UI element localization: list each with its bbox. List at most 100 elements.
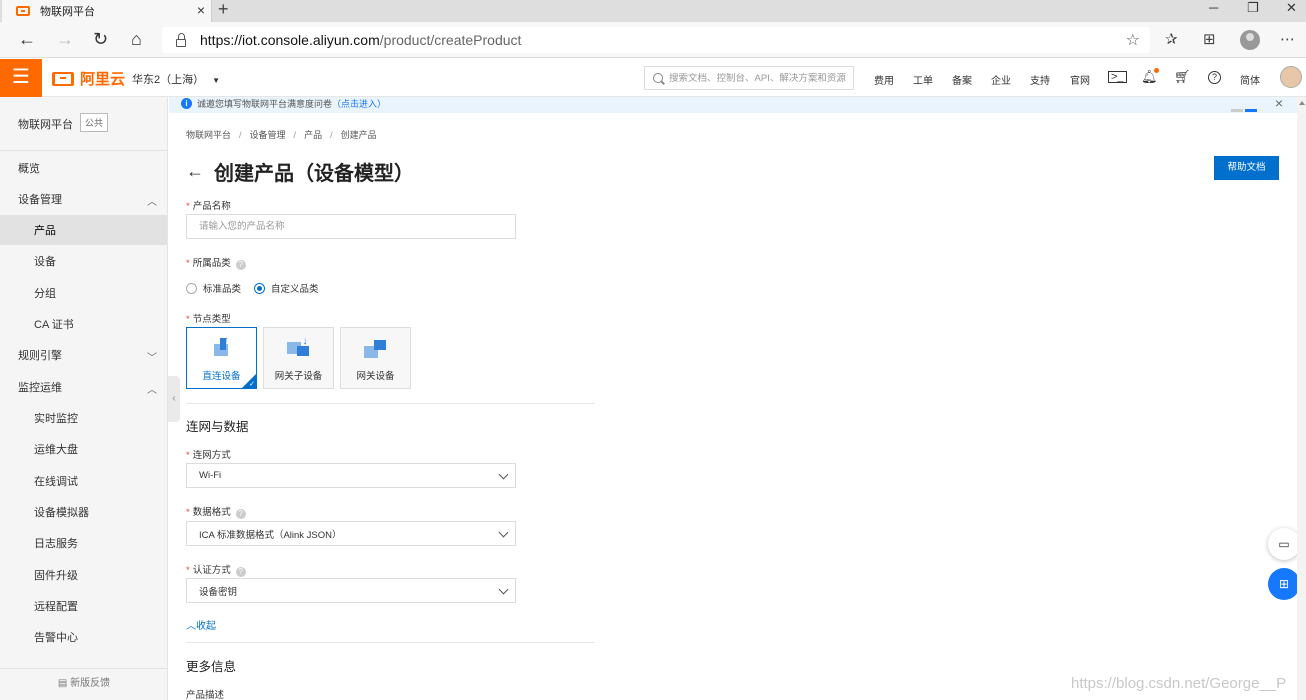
sidebar-item-log-service[interactable]: 日志服务 [0,528,167,558]
banner-text: 诚邀您填写物联网平台满意度问卷（点击进入） [197,97,386,110]
sidebar-item-devices[interactable]: 设备 [0,246,167,276]
sidebar-item-monitoring-ops[interactable]: 监控运维 ︿ [0,372,167,402]
search-icon [653,73,663,83]
sidebar-item-remote-config[interactable]: 远程配置 [0,591,167,621]
star-icon[interactable]: ☆ [1126,30,1140,50]
sidebar-item-realtime-monitoring[interactable]: 实时监控 [0,403,167,433]
home-icon[interactable]: ⌂ [131,29,142,50]
selected-value: ICA 标准数据格式（Alink JSON） [199,529,342,541]
breadcrumb-item[interactable]: 产品 [304,130,322,140]
sidebar-item-device-management[interactable]: 设备管理 ︿ [0,184,167,214]
browser-toolbar: ← → ↻ ⌂ https://iot.console.aliyun.com/p… [0,22,1306,58]
sidebar-item-ops-dashboard[interactable]: 运维大盘 [0,434,167,464]
required-asterisk: * [186,201,190,212]
menu-icon[interactable]: ☰ [0,59,42,97]
chevron-up-icon: ︿ [186,621,196,632]
node-type-direct-device[interactable]: ↑ 直连设备 ✓ [186,327,257,389]
nav-fees[interactable]: 费用 [874,72,894,87]
help-icon[interactable]: ? [1208,71,1221,84]
product-name-input[interactable] [186,214,516,239]
collections-icon[interactable]: ⊞ [1203,30,1216,48]
nav-support[interactable]: 支持 [1030,72,1050,87]
sidebar-item-ca-certificates[interactable]: CA 证书 [0,309,167,339]
banner-close-icon[interactable]: × [1275,95,1283,111]
nav-enterprise[interactable]: 企业 [991,72,1011,87]
label-text: 连网方式 [192,450,231,461]
product-description-label: 产品描述 [186,690,225,700]
breadcrumb-separator: / [330,130,333,140]
nav-filing[interactable]: 备案 [952,72,972,87]
node-type-gateway-device[interactable]: 网关设备 [340,327,411,389]
restore-button[interactable]: ❐ [1247,0,1259,16]
sidebar-item-device-simulator[interactable]: 设备模拟器 [0,497,167,527]
window-close-button[interactable]: ✕ [1286,0,1297,16]
node-type-gateway-subdevice[interactable]: ↓ 网关子设备 [263,327,334,389]
instance-badge: 公共 [80,113,109,132]
feedback-link[interactable]: ▤ 新版反馈 [0,668,168,700]
breadcrumb-separator: / [293,130,297,140]
aliyun-logo[interactable]: 阿里云 [52,68,125,89]
sidebar-collapse-handle[interactable]: ‹ [168,376,180,422]
region-label: 华东2（上海） [132,74,205,86]
radio-custom-category[interactable]: 自定义品类 [254,281,319,295]
search-input[interactable] [669,72,849,84]
sidebar-item-overview[interactable]: 概览 [0,153,167,183]
section-heading-network: 连网与数据 [186,420,249,434]
selected-value: Wi-Fi [199,470,222,481]
collapse-label: 收起 [196,621,216,632]
label-text: 节点类型 [192,314,231,325]
nav-official-site[interactable]: 官网 [1070,72,1090,87]
new-tab-button[interactable]: + [218,0,229,20]
chevron-down-icon [498,469,509,480]
console-search[interactable] [644,66,854,90]
sidebar-item-rules-engine[interactable]: 规则引擎 ﹀ [0,340,167,370]
region-selector[interactable]: 华东2（上海） ▼ [132,71,220,87]
nav-tickets[interactable]: 工单 [913,72,933,87]
breadcrumb-item[interactable]: 设备管理 [250,130,286,140]
breadcrumb-separator: / [239,130,242,140]
apps-grid-icon[interactable]: ⊞ [1268,568,1300,600]
user-avatar[interactable] [1280,66,1302,88]
required-asterisk: * [186,258,190,269]
question-icon[interactable]: ? [235,567,246,577]
browser-profile-avatar[interactable] [1240,30,1260,50]
chat-feedback-icon[interactable]: ▭ [1268,528,1300,560]
tab-title: 物联网平台 [40,6,95,18]
forward-icon[interactable]: → [56,29,74,50]
back-icon[interactable]: ← [18,29,36,50]
minimize-button[interactable]: ─ [1209,0,1218,15]
question-icon[interactable]: ? [235,260,246,270]
collapse-link[interactable]: ︿收起 [186,617,216,632]
label-text: 认证方式 [192,565,231,576]
favorites-icon[interactable]: ✰ [1165,30,1178,48]
terminal-icon[interactable]: >_ [1108,71,1127,83]
language-switch[interactable]: 简体 [1240,72,1260,87]
cart-icon[interactable]: 🛒︎ [1174,69,1191,85]
banner-link[interactable]: （点击进入） [332,99,386,109]
chevron-down-icon [498,527,509,538]
url-bar[interactable]: https://iot.console.aliyun.com/product/c… [162,27,1150,53]
sidebar-item-firmware-upgrade[interactable]: 固件升级 [0,560,167,590]
radio-standard-category[interactable]: 标准品类 [186,281,241,295]
question-icon[interactable]: ? [235,509,246,519]
sidebar-item-groups[interactable]: 分组 [0,278,167,308]
tab-close-icon[interactable]: × [197,2,205,18]
more-icon[interactable]: ⋯ [1280,30,1295,48]
radio-circle [254,282,265,294]
sidebar-item-online-debug[interactable]: 在线调试 [0,466,167,496]
help-docs-button[interactable]: 帮助文档 [1214,156,1279,180]
sidebar-item-alert-center[interactable]: 告警中心 [0,622,167,652]
reload-icon[interactable]: ↻ [93,29,108,50]
breadcrumb-item[interactable]: 物联网平台 [186,130,231,140]
sidebar-item-products[interactable]: 产品 [0,215,167,245]
back-arrow-icon[interactable]: ← [186,161,204,182]
label-text: 数据格式 [192,507,231,518]
sidebar-item-label: 分组 [34,288,56,300]
network-method-select[interactable]: Wi-Fi [186,463,516,488]
browser-tab[interactable]: 物联网平台 × [2,0,212,22]
page-scrollbar[interactable] [1297,97,1306,700]
auth-method-select[interactable]: 设备密钥 [186,578,516,603]
data-format-select[interactable]: ICA 标准数据格式（Alink JSON） [186,521,516,546]
sidebar-item-label: 固件升级 [34,570,78,582]
chevron-down-icon: ﹀ [147,353,157,364]
